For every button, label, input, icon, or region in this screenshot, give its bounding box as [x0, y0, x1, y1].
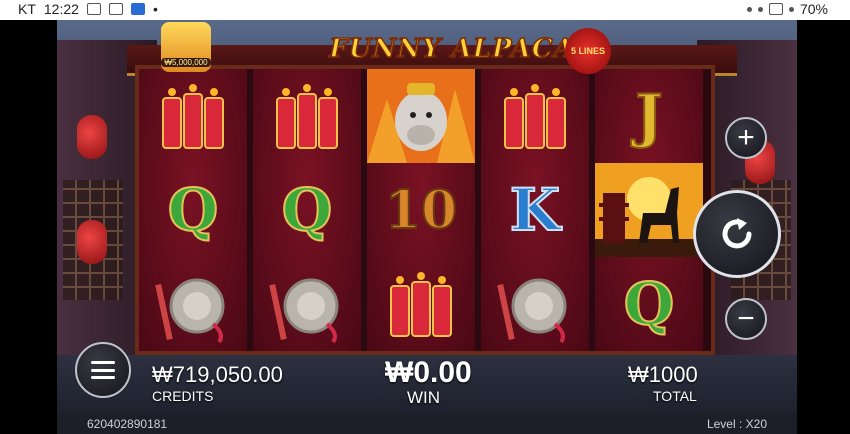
reel-1: Q — [139, 69, 247, 351]
letter-symbol: J — [595, 69, 703, 163]
spin-button[interactable] — [693, 190, 781, 278]
notification-dot: • — [152, 1, 158, 17]
gong-symbol-icon — [253, 257, 361, 351]
credits-value: ₩719,050.00 — [152, 362, 283, 387]
symbol-text: 10 — [384, 179, 458, 242]
letter-symbol: 10 — [367, 163, 475, 257]
game-title: FUNNY ALPACA — [329, 33, 575, 65]
gong-symbol-icon — [139, 257, 247, 351]
gong-symbol-icon — [481, 257, 589, 351]
lines-badge: 5 LINES — [565, 28, 611, 74]
alpaca-sunset-symbol-icon — [595, 163, 703, 257]
firecrackers-symbol-icon — [253, 69, 361, 163]
credits-label: CREDITS — [152, 388, 214, 404]
status-bar: KT 12:22 • 70% — [0, 0, 850, 20]
letter-symbol: Q — [139, 163, 247, 257]
level-indicator: Level : X20 — [706, 417, 767, 431]
clock: 12:22 — [43, 1, 79, 17]
alpaca-symbol-icon — [367, 69, 475, 163]
firecrackers-symbol-icon — [367, 257, 475, 351]
jackpot-amount: ₩5,000,000 — [161, 58, 211, 67]
battery-level: 70% — [799, 1, 828, 17]
total-bet-value: ₩1000 — [628, 362, 698, 387]
symbol-text: K — [509, 175, 561, 245]
signal-icon — [788, 6, 794, 12]
jackpot-button[interactable]: ₩5,000,000 — [161, 22, 211, 72]
lantern-icon — [77, 115, 107, 159]
alarm-icon — [746, 6, 752, 12]
app-icon — [130, 3, 145, 15]
win-value: ₩0.00 — [385, 356, 472, 389]
gallery-icon — [86, 3, 101, 15]
symbol-text: Q — [281, 175, 334, 245]
lantern-icon — [77, 220, 107, 264]
symbol-text: Q — [167, 175, 220, 245]
message-icon — [108, 3, 123, 15]
wifi-icon — [757, 6, 763, 12]
firecrackers-symbol-icon — [481, 69, 589, 163]
menu-button[interactable] — [75, 342, 131, 398]
symbol-text: Q — [623, 269, 676, 339]
increase-bet-button[interactable]: + — [725, 117, 767, 159]
decrease-bet-button[interactable]: − — [725, 298, 767, 340]
symbol-text: J — [634, 81, 663, 151]
footer-bar: 620402890181 Level : X20 — [57, 414, 797, 434]
carrier-label: KT — [18, 1, 36, 17]
minus-icon: − — [737, 302, 755, 335]
reel-2: Q — [253, 69, 361, 351]
game-scene: Q Q 10 K J Q FUNNY ALPACA 5 LINES ₩5,000,000 … — [57, 20, 797, 434]
plus-icon: + — [737, 121, 755, 154]
reel-4: K — [481, 69, 589, 351]
menu-icon — [91, 361, 115, 379]
letter-symbol: Q — [253, 163, 361, 257]
hd-icon — [768, 3, 783, 15]
firecrackers-symbol-icon — [139, 69, 247, 163]
game-round-id: 620402890181 — [87, 417, 168, 431]
game-logo: FUNNY ALPACA 5 LINES — [327, 28, 611, 74]
reel-5: JQ — [595, 69, 703, 351]
letter-symbol: Q — [595, 257, 703, 351]
reel-3: 10 — [367, 69, 475, 351]
letter-symbol: K — [481, 163, 589, 257]
total-bet-label: TOTAL — [653, 388, 697, 404]
win-label: WIN — [407, 388, 441, 407]
refresh-icon — [722, 218, 752, 249]
